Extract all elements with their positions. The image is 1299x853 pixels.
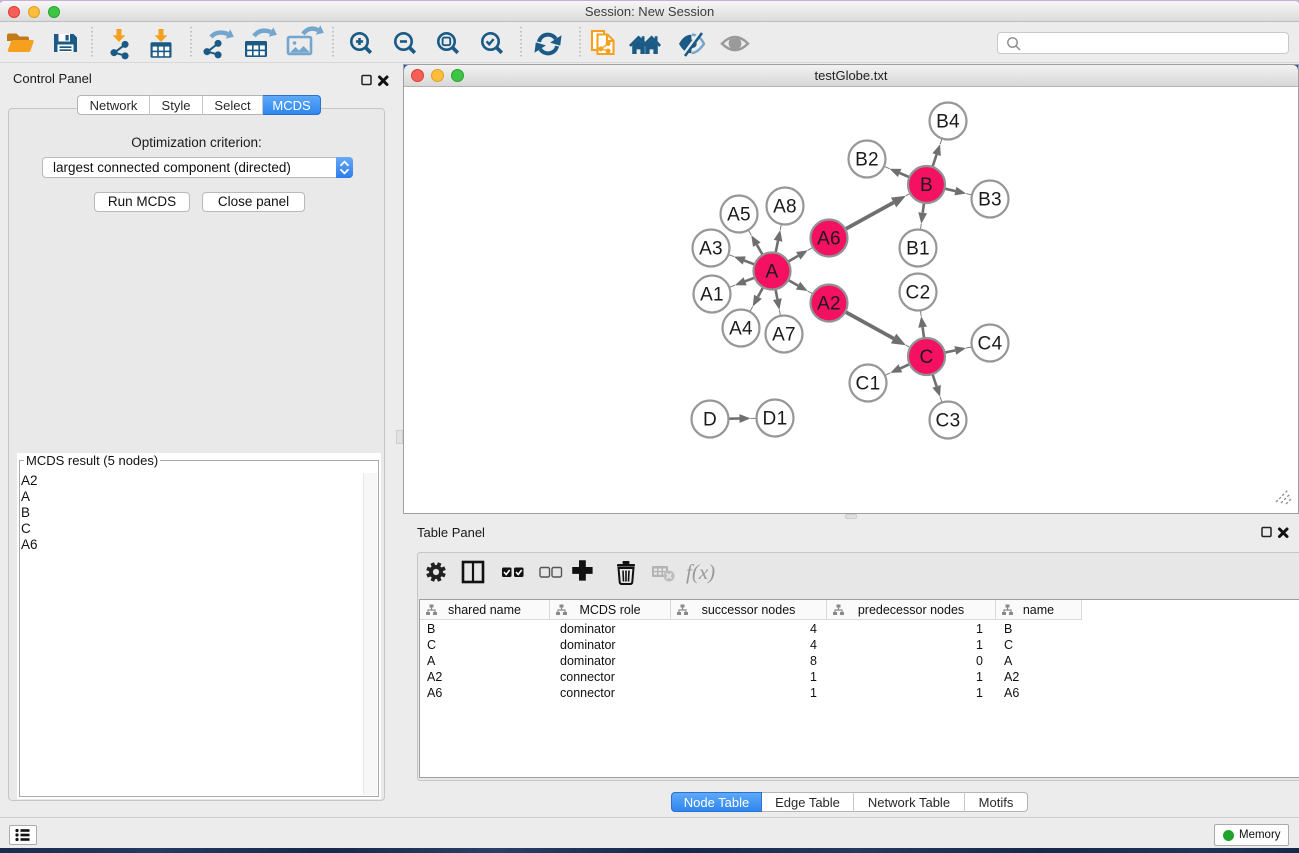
svg-text:A5: A5 xyxy=(727,205,751,226)
svg-text:A3: A3 xyxy=(699,239,723,260)
svg-text:B2: B2 xyxy=(855,150,879,171)
svg-text:C1: C1 xyxy=(856,374,881,395)
svg-text:A6: A6 xyxy=(817,229,841,250)
svg-text:A4: A4 xyxy=(729,319,753,340)
svg-text:A1: A1 xyxy=(700,285,724,306)
svg-text:C2: C2 xyxy=(906,283,931,304)
svg-text:A8: A8 xyxy=(773,197,797,218)
svg-text:B3: B3 xyxy=(978,190,1002,211)
svg-text:D: D xyxy=(703,410,717,431)
svg-text:B1: B1 xyxy=(906,239,930,260)
svg-text:A7: A7 xyxy=(772,325,796,346)
svg-text:D1: D1 xyxy=(763,409,788,430)
svg-text:C4: C4 xyxy=(978,334,1003,355)
svg-text:C: C xyxy=(919,347,933,368)
svg-text:A2: A2 xyxy=(817,294,841,315)
svg-text:A: A xyxy=(766,262,779,283)
svg-text:f(x): f(x) xyxy=(686,560,715,584)
svg-text:B4: B4 xyxy=(936,112,960,133)
svg-text:C3: C3 xyxy=(936,411,961,432)
svg-text:B: B xyxy=(920,175,933,196)
